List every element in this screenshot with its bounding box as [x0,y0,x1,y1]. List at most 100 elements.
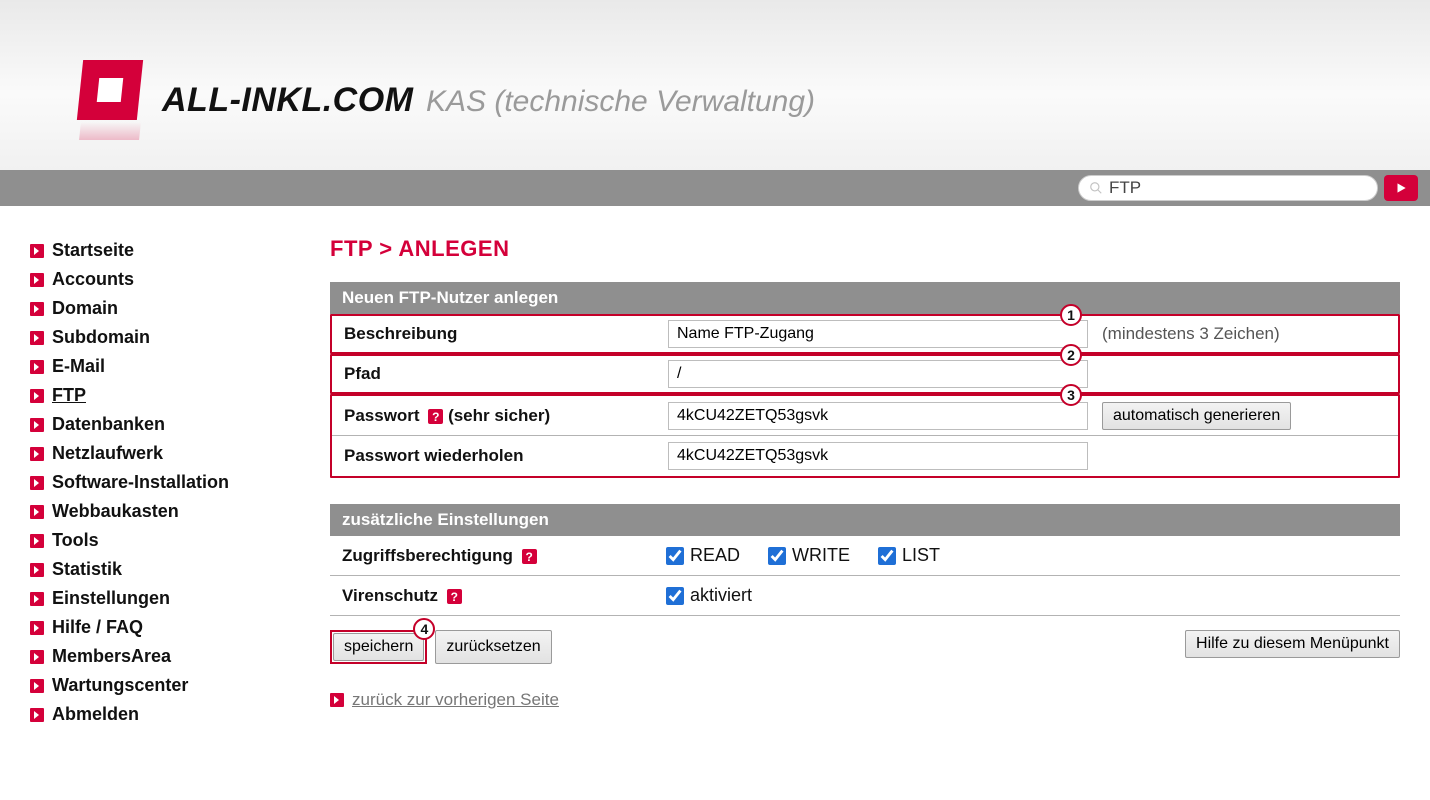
sidebar-item-label: Einstellungen [52,588,170,609]
help-icon[interactable]: ? [447,589,462,604]
input-passwort2[interactable] [668,442,1088,470]
header: ALL-INKL.COM KAS (technische Verwaltung) [0,0,1430,170]
step-badge-2: 2 [1060,344,1082,366]
logo-mark [80,60,140,140]
arrow-icon [30,679,44,693]
arrow-icon [30,708,44,722]
backlink: zurück zur vorherigen Seite [330,690,1400,710]
checkbox-write[interactable] [768,547,786,565]
input-passwort[interactable] [668,402,1088,430]
sidebar-item-statistik[interactable]: Statistik [30,555,290,584]
arrow-icon [30,447,44,461]
row-passwort-wiederholen: Passwort wiederholen [332,436,1398,476]
sidebar-item-label: Startseite [52,240,134,261]
chk-list[interactable]: LIST [878,545,940,566]
sidebar-item-membersarea[interactable]: MembersArea [30,642,290,671]
search-go-button[interactable] [1384,175,1418,201]
sidebar-item-label: FTP [52,385,86,406]
arrow-icon [30,302,44,316]
sidebar-item-domain[interactable]: Domain [30,294,290,323]
sidebar-item-netzlaufwerk[interactable]: Netzlaufwerk [30,439,290,468]
panel2-heading: zusätzliche Einstellungen [330,504,1400,536]
arrow-icon [30,534,44,548]
sidebar-item-label: Netzlaufwerk [52,443,163,464]
sidebar-item-wartungscenter[interactable]: Wartungscenter [30,671,290,700]
arrow-icon [30,505,44,519]
row-pfad: Pfad 2 [330,354,1400,394]
save-highlight: speichern 4 [330,630,427,664]
row-passwort: Passwort ? (sehr sicher) automatisch gen… [332,396,1398,436]
sidebar-item-webbaukasten[interactable]: Webbaukasten [30,497,290,526]
label-virenschutz: Virenschutz ? [330,580,660,612]
sidebar-item-label: Tools [52,530,99,551]
arrow-icon [30,244,44,258]
save-button[interactable]: speichern [333,633,424,661]
panel1-heading: Neuen FTP-Nutzer anlegen [330,282,1400,314]
sidebar-item-accounts[interactable]: Accounts [30,265,290,294]
arrow-icon [30,621,44,635]
sidebar-item-abmelden[interactable]: Abmelden [30,700,290,729]
sidebar-item-label: Datenbanken [52,414,165,435]
sidebar-item-e-mail[interactable]: E-Mail [30,352,290,381]
hint-beschreibung: (mindestens 3 Zeichen) [1102,324,1280,344]
step-badge-1: 1 [1060,304,1082,326]
help-icon[interactable]: ? [428,409,443,424]
toolbar [0,170,1430,206]
logo-text: ALL-INKL.COM [162,81,414,119]
sidebar-item-label: Software-Installation [52,472,229,493]
sidebar-item-startseite[interactable]: Startseite [30,236,290,265]
help-icon[interactable]: ? [522,549,537,564]
row-beschreibung: Beschreibung (mindestens 3 Zeichen) 1 [330,314,1400,354]
sidebar-item-subdomain[interactable]: Subdomain [30,323,290,352]
chk-read[interactable]: READ [666,545,740,566]
sidebar-item-datenbanken[interactable]: Datenbanken [30,410,290,439]
arrow-icon [30,418,44,432]
arrow-icon [30,331,44,345]
row-virenschutz: Virenschutz ? aktiviert [330,576,1400,616]
label-zugriff: Zugriffsberechtigung ? [330,540,660,572]
page-title: FTP > ANLEGEN [330,236,1400,262]
sidebar-item-label: Accounts [52,269,134,290]
sidebar-item-label: Domain [52,298,118,319]
label-passwort2: Passwort wiederholen [332,440,662,472]
checkbox-read[interactable] [666,547,684,565]
input-pfad[interactable] [668,360,1088,388]
sidebar-item-hilfe-faq[interactable]: Hilfe / FAQ [30,613,290,642]
help-menu-button[interactable]: Hilfe zu diesem Menüpunkt [1185,630,1400,658]
sidebar-item-einstellungen[interactable]: Einstellungen [30,584,290,613]
main: FTP > ANLEGEN Neuen FTP-Nutzer anlegen B… [330,236,1400,729]
generate-password-button[interactable]: automatisch generieren [1102,402,1291,430]
label-beschreibung: Beschreibung [332,318,662,350]
sidebar-item-label: Statistik [52,559,122,580]
row-zugriff: Zugriffsberechtigung ? READ WRITE LIST [330,536,1400,576]
step-badge-4: 4 [413,618,435,640]
label-passwort: Passwort ? (sehr sicher) [332,400,662,432]
step-badge-3: 3 [1060,384,1082,406]
checkbox-list[interactable] [878,547,896,565]
chk-write[interactable]: WRITE [768,545,850,566]
sidebar-item-label: Webbaukasten [52,501,179,522]
sidebar-item-label: Abmelden [52,704,139,725]
sidebar-item-label: Wartungscenter [52,675,188,696]
sidebar-item-software-installation[interactable]: Software-Installation [30,468,290,497]
arrow-icon [30,360,44,374]
arrow-icon [30,389,44,403]
sidebar-item-tools[interactable]: Tools [30,526,290,555]
arrow-icon [30,476,44,490]
label-pfad: Pfad [332,358,662,390]
back-link[interactable]: zurück zur vorherigen Seite [352,690,559,710]
search-input[interactable] [1109,178,1367,198]
arrow-icon [30,273,44,287]
arrow-icon [330,693,344,707]
checkbox-virenschutz[interactable] [666,587,684,605]
input-beschreibung[interactable] [668,320,1088,348]
arrow-icon [30,592,44,606]
arrow-icon [30,650,44,664]
reset-button[interactable]: zurücksetzen [435,630,551,664]
search-box[interactable] [1078,175,1378,201]
chk-virenschutz[interactable]: aktiviert [666,585,752,606]
sidebar: Startseite Accounts Domain Subdomain E-Mail F… [30,236,290,729]
sidebar-item-label: Subdomain [52,327,150,348]
sidebar-item-ftp[interactable]: FTP [30,381,290,410]
play-icon [1394,181,1408,195]
